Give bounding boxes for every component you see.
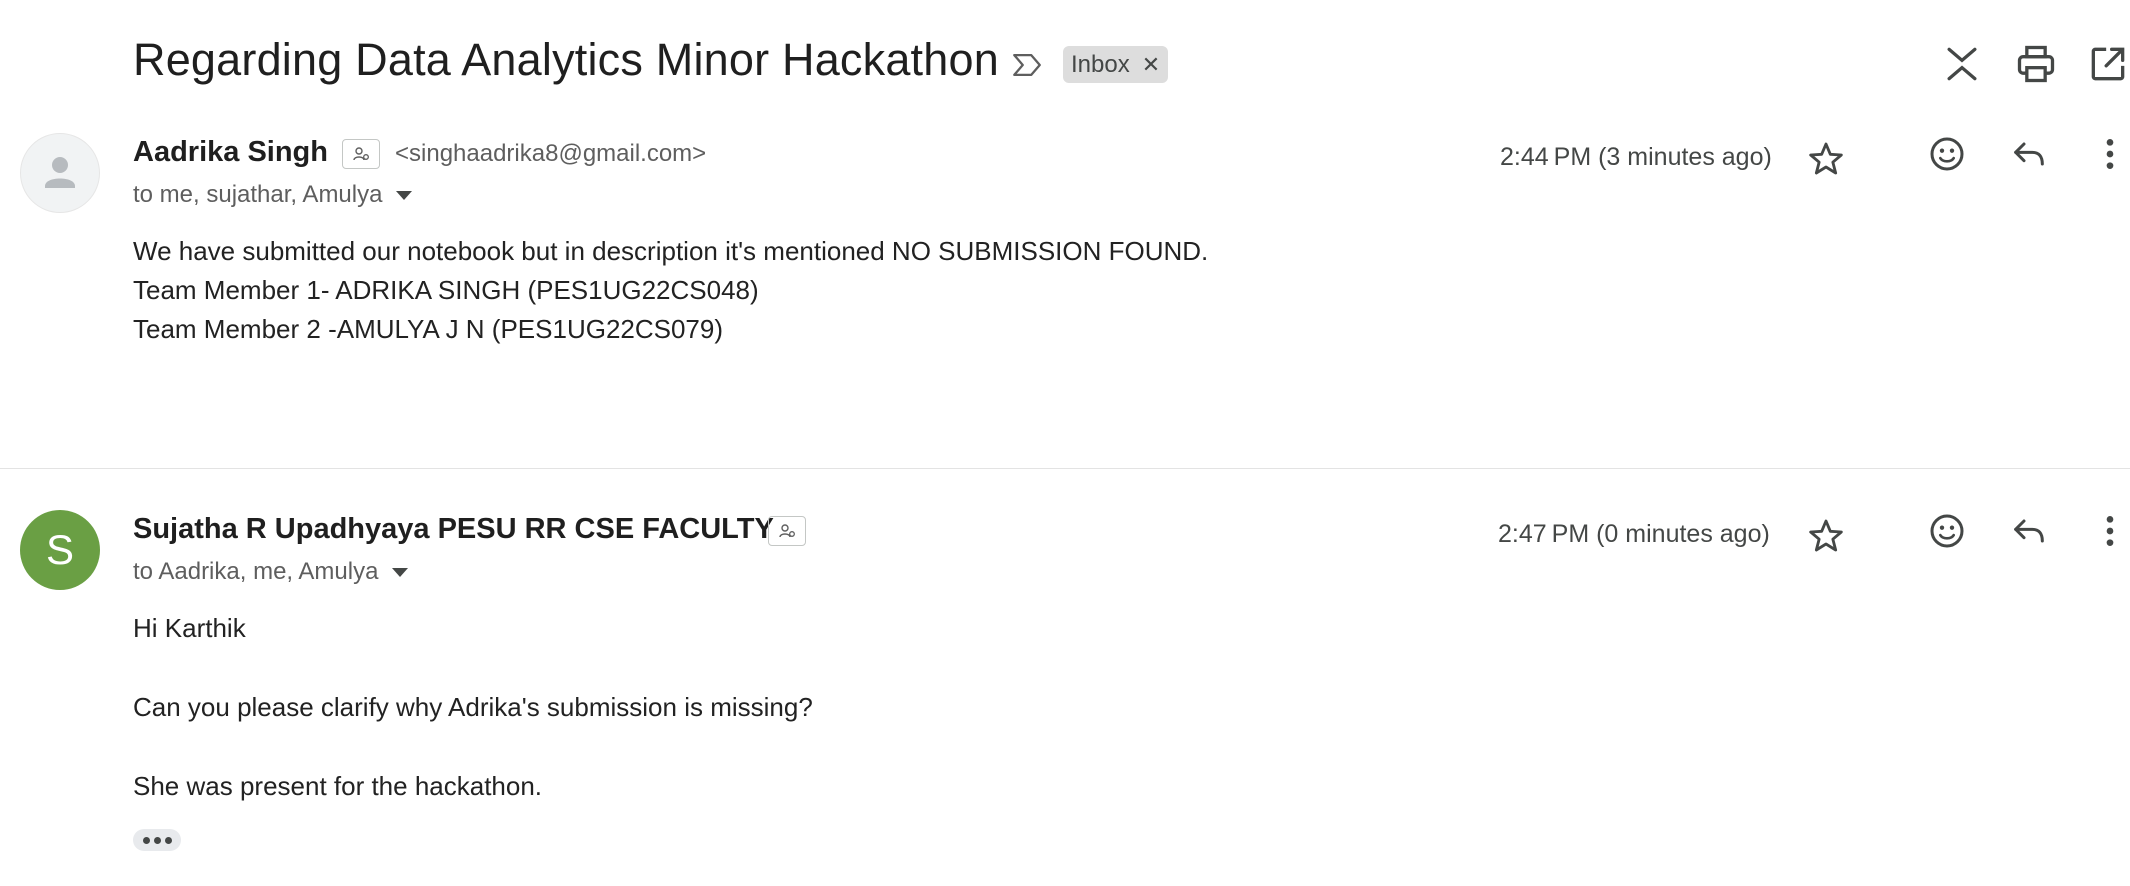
sender-name[interactable]: Sujatha R Upadhyaya PESU RR CSE FACULTY	[133, 513, 774, 546]
emoji-reaction-icon[interactable]	[1927, 511, 1967, 551]
dot	[153, 836, 161, 844]
message-body-line: We have submitted our notebook but in de…	[133, 236, 1209, 266]
contact-card-icon[interactable]	[768, 516, 806, 546]
label-important-icon[interactable]	[1010, 48, 1044, 82]
message-body-line: Team Member 1- ADRIKA SINGH (PES1UG22CS0…	[133, 275, 759, 305]
dot	[164, 836, 172, 844]
message-body-line: Team Member 2 -AMULYA J N (PES1UG22CS079…	[133, 314, 724, 344]
default-avatar-icon	[45, 157, 75, 188]
open-in-new-window-icon[interactable]	[2086, 42, 2130, 86]
message-time: 2:44 PM (3 minutes ago)	[1500, 143, 1772, 171]
recipients-text: to me, sujathar, Amulya	[133, 181, 383, 208]
message-body-line: She was present for the hackathon.	[133, 771, 543, 801]
thread-subject: Regarding Data Analytics Minor Hackathon	[133, 34, 999, 85]
remove-label-icon[interactable]: ✕	[1142, 52, 1160, 78]
message-body-line: Hi Karthik	[133, 613, 246, 643]
emoji-reaction-icon[interactable]	[1927, 134, 1967, 174]
contact-card-icon[interactable]	[342, 139, 380, 169]
recipients-text: to Aadrika, me, Amulya	[133, 558, 379, 585]
message-time: 2:47 PM (0 minutes ago)	[1498, 520, 1770, 548]
recipients-line[interactable]: to Aadrika, me, Amulya	[133, 558, 409, 586]
show-details-caret-icon[interactable]	[396, 190, 413, 200]
sender-name[interactable]: Aadrika Singh	[133, 136, 328, 169]
label-chip-inbox: Inbox ✕	[1063, 46, 1169, 83]
more-options-icon[interactable]	[2090, 511, 2130, 551]
star-icon[interactable]	[1806, 139, 1846, 179]
message-divider	[0, 468, 2130, 469]
more-options-icon[interactable]	[2090, 134, 2130, 174]
sender-avatar[interactable]	[20, 133, 100, 213]
message-body-line: Can you please clarify why Adrika's subm…	[133, 692, 813, 722]
dot	[142, 836, 150, 844]
label-chip-text: Inbox	[1071, 50, 1130, 78]
sender-avatar[interactable]: S	[20, 510, 100, 590]
reply-icon[interactable]	[2009, 511, 2049, 551]
reply-icon[interactable]	[2009, 134, 2049, 174]
recipients-line[interactable]: to me, sujathar, Amulya	[133, 181, 413, 209]
show-trimmed-content-button[interactable]	[133, 829, 181, 851]
sender-email: <singhaadrika8@gmail.com>	[395, 140, 707, 167]
print-icon[interactable]	[2014, 42, 2058, 86]
star-icon[interactable]	[1806, 516, 1846, 556]
collapse-all-icon[interactable]	[1940, 42, 1984, 86]
show-details-caret-icon[interactable]	[392, 567, 409, 577]
